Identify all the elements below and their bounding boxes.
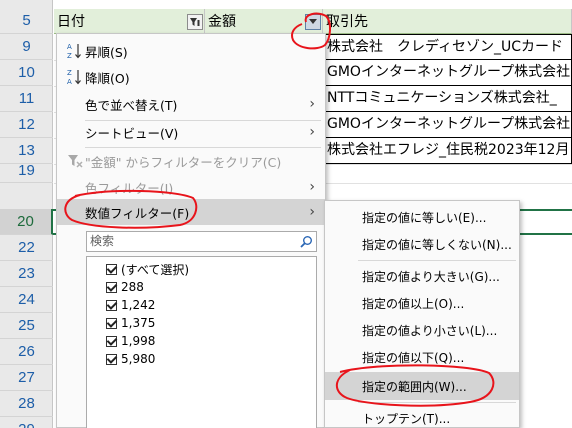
list-item[interactable]: 288 bbox=[106, 278, 144, 296]
color-filter-label: 色フィルター(I) bbox=[85, 180, 174, 196]
row-header-28[interactable]: 28 bbox=[0, 391, 53, 417]
checkbox-checked[interactable] bbox=[106, 317, 117, 329]
submenu-item-equals[interactable]: 指定の値に等しい(E)... bbox=[325, 203, 519, 231]
sort-descending-item[interactable]: Z A 降順(O) bbox=[57, 64, 325, 90]
row-header-10[interactable]: 10 bbox=[0, 60, 53, 86]
submenu-item-top-ten[interactable]: トップテン(T)... bbox=[325, 404, 519, 428]
svg-text:Z: Z bbox=[67, 52, 72, 60]
svg-text:A: A bbox=[67, 78, 72, 86]
list-item-label: 1,375 bbox=[121, 316, 156, 330]
row-header-23[interactable]: 23 bbox=[0, 261, 53, 287]
row-header-11[interactable]: 11 bbox=[0, 86, 53, 112]
row-header-20-active[interactable]: 20 bbox=[0, 209, 53, 235]
chevron-right-icon: › bbox=[309, 124, 315, 140]
clear-filter-item[interactable]: "金額" からフィルターをクリア(C) bbox=[57, 148, 325, 174]
submenu-item-greater-than[interactable]: 指定の値より大きい(G)... bbox=[325, 262, 519, 290]
filter-value-list: (すべて選択) 288 1,242 1,375 1,998 5,980 bbox=[86, 256, 317, 428]
sort-by-color-item[interactable]: 色で並べ替え(T) › bbox=[57, 91, 325, 117]
list-item-label: 1,242 bbox=[121, 298, 156, 312]
checkbox-checked[interactable] bbox=[106, 299, 117, 311]
chevron-right-icon: › bbox=[309, 179, 315, 195]
sort-az-icon: A Z bbox=[67, 42, 83, 60]
list-item-select-all[interactable]: (すべて選択) bbox=[106, 260, 189, 278]
menu-separator bbox=[358, 402, 516, 403]
sort-za-icon: Z A bbox=[67, 68, 83, 86]
checkbox-checked[interactable] bbox=[106, 353, 117, 365]
partner-cell[interactable]: GMOインターネットグループ株式会社 bbox=[323, 60, 572, 86]
partner-cell[interactable]: GMOインターネットグループ株式会社 bbox=[323, 112, 572, 138]
row-header-27[interactable]: 27 bbox=[0, 365, 53, 391]
sort-by-color-label: 色で並べ替え(T) bbox=[85, 97, 178, 113]
partner-cell[interactable]: 株式会社 クレディセゾン_UCカード bbox=[323, 34, 572, 60]
number-filter-submenu: 指定の値に等しい(E)... 指定の値に等しくない(N)... 指定の値より大き… bbox=[324, 200, 520, 428]
autofilter-menu: A Z 昇順(S) Z A 降順(O) 色で並べ替え(T) › シートビュー(V… bbox=[56, 33, 326, 428]
row-header-12[interactable]: 12 bbox=[0, 112, 53, 138]
partner-cell[interactable]: NTTコミュニケーションズ株式会社_ bbox=[323, 86, 572, 112]
list-item[interactable]: 1,375 bbox=[106, 314, 155, 332]
header-cell-partner[interactable]: 取引先 bbox=[323, 9, 572, 34]
chevron-down-icon bbox=[309, 19, 317, 24]
list-item-label: (すべて選択) bbox=[121, 262, 190, 277]
sort-descending-label: 降順(O) bbox=[85, 70, 130, 86]
number-filter-item[interactable]: 数値フィルター(F) › bbox=[57, 199, 325, 225]
table-header-row: 日付 金額 取引先 bbox=[54, 9, 572, 34]
checkbox-checked[interactable] bbox=[106, 281, 117, 293]
submenu-item-less-than[interactable]: 指定の値より小さい(L)... bbox=[325, 316, 519, 344]
list-item-label: 5,980 bbox=[121, 352, 156, 366]
header-partner-label: 取引先 bbox=[326, 14, 368, 30]
list-item-label: 1,998 bbox=[121, 334, 156, 348]
header-date-label: 日付 bbox=[57, 14, 85, 30]
chevron-right-icon: › bbox=[309, 96, 315, 112]
checkbox-checked[interactable] bbox=[106, 335, 117, 347]
color-filter-item[interactable]: 色フィルター(I) › bbox=[57, 174, 325, 200]
sort-ascending-label: 昇順(S) bbox=[85, 44, 128, 60]
list-item[interactable]: 1,998 bbox=[106, 332, 155, 350]
menu-separator bbox=[358, 260, 516, 261]
sheet-view-label: シートビュー(V) bbox=[85, 125, 179, 141]
submenu-item-not-equals[interactable]: 指定の値に等しくない(N)... bbox=[325, 230, 519, 258]
clear-filter-label: "金額" からフィルターをクリア(C) bbox=[85, 154, 282, 170]
submenu-item-greater-equal[interactable]: 指定の値以上(O)... bbox=[325, 289, 519, 317]
filter-search-input[interactable]: 検索 bbox=[86, 231, 317, 252]
search-placeholder: 検索 bbox=[90, 234, 115, 248]
list-item[interactable]: 5,980 bbox=[106, 350, 155, 368]
list-item-label: 288 bbox=[121, 280, 144, 294]
search-icon bbox=[300, 235, 313, 248]
clear-filter-icon bbox=[67, 152, 83, 170]
amount-filter-dropdown-button[interactable] bbox=[305, 14, 321, 30]
row-header-29[interactable]: 29 bbox=[0, 417, 53, 428]
row-header-24[interactable]: 24 bbox=[0, 287, 53, 313]
list-item[interactable]: 1,242 bbox=[106, 296, 155, 314]
sheet-view-item[interactable]: シートビュー(V) › bbox=[57, 119, 325, 145]
row-header-25[interactable]: 25 bbox=[0, 313, 53, 339]
sort-ascending-item[interactable]: A Z 昇順(S) bbox=[57, 38, 325, 64]
header-amount-label: 金額 bbox=[208, 14, 236, 30]
svg-text:Z: Z bbox=[67, 69, 72, 77]
partner-cell[interactable]: 株式会社エフレジ_住民税2023年12月 bbox=[323, 138, 572, 164]
header-cell-date[interactable]: 日付 bbox=[54, 9, 205, 34]
submenu-item-between[interactable]: 指定の範囲内(W)... bbox=[325, 372, 519, 400]
row-header-5[interactable]: 5 bbox=[0, 8, 53, 34]
chevron-right-icon: › bbox=[309, 204, 315, 220]
row-header-26[interactable]: 26 bbox=[0, 339, 53, 365]
row-header-9[interactable]: 9 bbox=[0, 34, 53, 60]
number-filter-label: 数値フィルター(F) bbox=[85, 205, 190, 221]
checkbox-checked[interactable] bbox=[106, 263, 117, 275]
date-filter-active-icon[interactable] bbox=[187, 14, 203, 30]
row-header-22[interactable]: 22 bbox=[0, 235, 53, 261]
row-header-19[interactable]: 19 bbox=[0, 159, 53, 183]
svg-text:A: A bbox=[67, 43, 72, 51]
submenu-item-less-equal[interactable]: 指定の値以下(Q)... bbox=[325, 343, 519, 371]
